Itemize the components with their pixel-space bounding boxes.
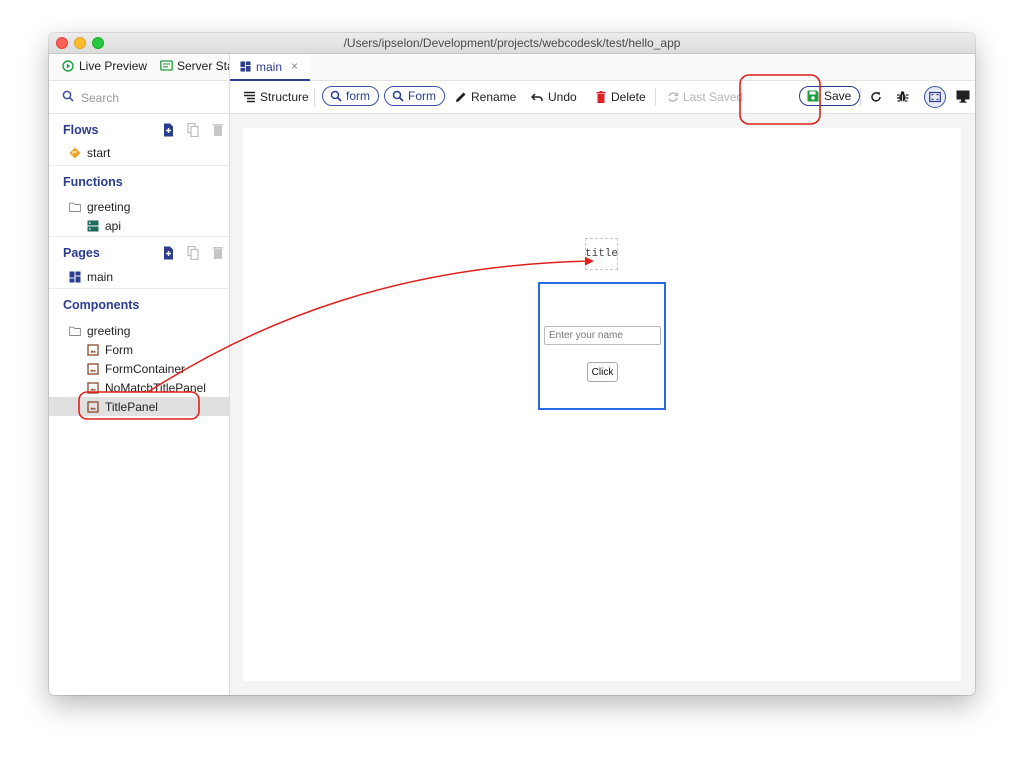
save-button[interactable]: Save bbox=[799, 86, 861, 106]
toolbar-divider bbox=[314, 88, 315, 106]
component-item-label: FormContainer bbox=[105, 361, 186, 376]
search-form-lower-label: form bbox=[346, 89, 370, 103]
app-window: /Users/ipselon/Development/projects/webc… bbox=[49, 33, 975, 695]
tab-live-preview-label: Live Preview bbox=[79, 59, 148, 73]
search-input[interactable] bbox=[79, 88, 223, 108]
components-section: Components greeting Form FormContainer N… bbox=[49, 289, 229, 439]
add-file-icon[interactable] bbox=[161, 246, 177, 260]
search-form-upper-label: Form bbox=[408, 89, 436, 103]
undo-label: Undo bbox=[548, 90, 577, 104]
pencil-icon bbox=[456, 92, 466, 102]
last-saved-label: Last Saved bbox=[683, 90, 744, 104]
folder-label: greeting bbox=[87, 199, 131, 214]
tab-main-label: main bbox=[256, 59, 283, 74]
search-icon bbox=[392, 90, 404, 102]
server-log-icon bbox=[160, 60, 173, 71]
copy-icon[interactable] bbox=[186, 123, 202, 137]
fit-screen-button[interactable] bbox=[924, 86, 946, 108]
structure-label: Structure bbox=[260, 90, 309, 104]
flows-heading: Flows bbox=[63, 123, 99, 137]
component-image-icon bbox=[87, 362, 99, 375]
search-form-upper-button[interactable]: Form bbox=[384, 86, 445, 106]
page-layout-icon bbox=[69, 271, 81, 282]
play-circle-icon bbox=[62, 60, 74, 72]
close-tab-icon[interactable]: × bbox=[291, 59, 298, 73]
components-folder-greeting[interactable]: greeting bbox=[49, 321, 229, 340]
functions-section: Functions greeting api bbox=[49, 166, 229, 236]
editor-tabbar: main × bbox=[230, 54, 975, 81]
sidebar-tabs: Live Preview Server Sta bbox=[49, 54, 229, 81]
tab-main[interactable]: main × bbox=[230, 54, 310, 81]
rename-label: Rename bbox=[471, 90, 517, 104]
folder-label: greeting bbox=[87, 323, 131, 338]
functions-folder-greeting[interactable]: greeting bbox=[49, 197, 229, 216]
components-heading: Components bbox=[63, 298, 140, 312]
save-disk-icon bbox=[807, 90, 819, 102]
component-image-icon bbox=[87, 400, 99, 413]
title-bar: /Users/ipselon/Development/projects/webc… bbox=[49, 33, 975, 54]
copy-icon[interactable] bbox=[186, 246, 202, 260]
component-image-icon bbox=[87, 381, 99, 394]
folder-icon bbox=[69, 326, 81, 336]
last-saved-indicator: Last Saved bbox=[667, 88, 743, 106]
component-image-icon bbox=[87, 343, 99, 356]
delete-button[interactable]: Delete bbox=[595, 88, 646, 106]
tab-server-status-label: Server Sta bbox=[177, 59, 229, 73]
pages-section: Pages main bbox=[49, 237, 229, 289]
component-item-label: Form bbox=[105, 342, 133, 357]
save-label: Save bbox=[824, 89, 852, 103]
toolbar-divider bbox=[655, 88, 656, 106]
component-item-formcontainer[interactable]: FormContainer bbox=[49, 359, 229, 378]
page-item-label: main bbox=[87, 269, 114, 284]
page-item-main[interactable]: main bbox=[49, 267, 229, 286]
search-icon bbox=[330, 90, 342, 102]
function-item-label: api bbox=[105, 218, 122, 233]
component-item-titlepanel[interactable]: TitlePanel bbox=[49, 397, 229, 416]
search-icon bbox=[62, 90, 74, 102]
flow-item-label: start bbox=[87, 145, 111, 160]
flow-item-start[interactable]: start bbox=[49, 143, 229, 162]
editor-area: main × Structure form Form Rename Undo D… bbox=[230, 54, 975, 695]
trash-icon bbox=[596, 91, 606, 103]
tab-server-status[interactable]: Server Sta bbox=[160, 59, 229, 73]
structure-list-icon bbox=[244, 91, 255, 103]
name-input[interactable] bbox=[544, 326, 661, 345]
delete-label: Delete bbox=[611, 90, 646, 104]
title-placeholder[interactable]: title bbox=[585, 238, 618, 270]
component-item-label: TitlePanel bbox=[105, 399, 158, 414]
undo-button[interactable]: Undo bbox=[531, 88, 577, 106]
undo-icon bbox=[531, 93, 543, 101]
sync-icon bbox=[668, 92, 679, 102]
bug-icon[interactable] bbox=[896, 90, 909, 103]
component-item-label: NoMatchTitlePanel bbox=[105, 380, 206, 395]
fit-screen-icon bbox=[929, 91, 941, 103]
flow-icon bbox=[69, 147, 81, 158]
function-item-api[interactable]: api bbox=[49, 216, 229, 235]
rename-button[interactable]: Rename bbox=[455, 88, 516, 106]
search-form-lower-button[interactable]: form bbox=[322, 86, 379, 106]
component-item-nomatchtitlepanel[interactable]: NoMatchTitlePanel bbox=[49, 378, 229, 397]
function-server-icon bbox=[87, 220, 99, 231]
pages-heading: Pages bbox=[63, 246, 100, 260]
form-component-selected[interactable]: Click bbox=[538, 282, 666, 410]
page-layout-icon bbox=[240, 61, 251, 72]
functions-heading: Functions bbox=[63, 175, 123, 189]
component-item-form[interactable]: Form bbox=[49, 340, 229, 359]
structure-button[interactable]: Structure bbox=[243, 88, 309, 106]
click-button[interactable]: Click bbox=[587, 362, 618, 382]
editor-toolbar: Structure form Form Rename Undo Delete L… bbox=[230, 81, 975, 114]
desktop-icon[interactable] bbox=[956, 90, 970, 103]
trash-icon[interactable] bbox=[211, 246, 225, 260]
trash-icon[interactable] bbox=[211, 123, 225, 137]
tab-live-preview[interactable]: Live Preview bbox=[62, 59, 147, 73]
add-file-icon[interactable] bbox=[161, 123, 177, 137]
page-canvas: title Click bbox=[243, 128, 961, 681]
sidebar-search bbox=[49, 81, 229, 114]
toolbar-divider bbox=[860, 88, 861, 106]
sidebar: Live Preview Server Sta Flows bbox=[49, 54, 230, 695]
window-title: /Users/ipselon/Development/projects/webc… bbox=[343, 36, 681, 50]
flows-section: Flows start bbox=[49, 114, 229, 166]
refresh-icon[interactable] bbox=[870, 91, 882, 103]
folder-icon bbox=[69, 202, 81, 212]
